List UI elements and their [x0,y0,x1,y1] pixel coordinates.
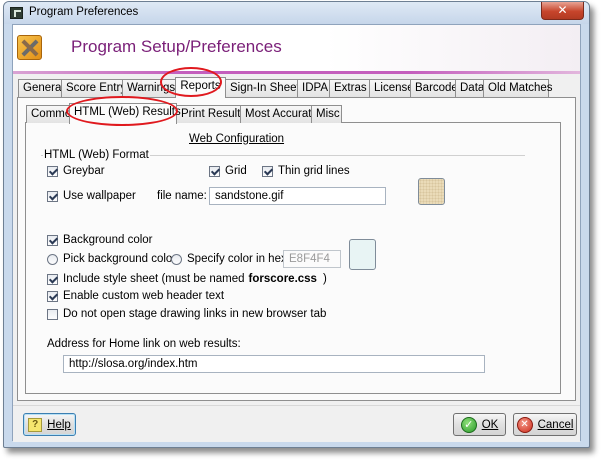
header-divider [13,71,580,74]
checkbox-checked-icon [47,165,58,177]
tab-warnings[interactable]: Warnings [122,79,176,97]
tab-common[interactable]: Common [26,105,78,123]
greybar-label: Greybar [63,165,105,177]
radio-icon [47,253,58,265]
grid-checkbox[interactable]: Grid [209,165,247,177]
header-banner: Program Setup/Preferences [13,25,580,71]
checkbox-checked-icon [47,273,58,285]
tab-old-matches[interactable]: Old Matches [483,79,553,97]
custom-web-header-label: Enable custom web header text [63,290,225,302]
tab-idpa[interactable]: IDPA [297,79,330,97]
file-name-label: file name: [157,190,207,202]
checkbox-unchecked-icon [47,308,58,320]
title-bar: Program Preferences ✕ [4,2,589,24]
program-preferences-window: Program Preferences ✕ Program Setup/Pref… [3,1,590,448]
checkbox-checked-icon [47,190,58,202]
include-style-sheet-checkbox[interactable]: Include style sheet (must be named forsc… [47,273,327,285]
help-label: Help [47,418,71,431]
app-icon [10,7,23,19]
hex-color-swatch[interactable] [349,239,376,270]
tab-score-entry[interactable]: Score Entry [61,79,126,97]
checkbox-checked-icon [262,165,273,177]
background-color-checkbox[interactable]: Background color [47,234,153,246]
custom-web-header-checkbox[interactable]: Enable custom web header text [47,290,224,302]
home-link-input[interactable]: http://slosa.org/index.htm [63,355,485,373]
wallpaper-preview-swatch[interactable] [418,178,445,205]
use-wallpaper-label: Use wallpaper [63,190,136,202]
no-new-tab-checkbox[interactable]: Do not open stage drawing links in new b… [47,308,326,320]
wallpaper-file-input[interactable]: sandstone.gif [209,187,386,205]
pick-background-color-label: Pick background color [63,253,177,265]
tab-html-web-results[interactable]: HTML (Web) Results [69,103,181,124]
thin-grid-lines-label: Thin grid lines [278,165,350,177]
tab-most-accurate[interactable]: Most Accurate [240,105,318,123]
thin-grid-lines-checkbox[interactable]: Thin grid lines [262,165,350,177]
style-sheet-filename: forscore.css [248,273,317,285]
ok-label: OK [481,418,499,431]
include-style-sheet-label: Include style sheet (must be named [63,273,245,285]
html-format-label: HTML (Web) Format [43,149,150,161]
dialog-body: Program Setup/Preferences General Score … [12,24,581,442]
tab-license[interactable]: License [369,79,414,97]
checkmark-icon: ✓ [460,416,477,433]
cancel-button[interactable]: ✕ Cancel [513,413,577,436]
greybar-checkbox[interactable]: Greybar [47,165,105,177]
cancel-label: Cancel [537,418,574,431]
home-link-label: Address for Home link on web results: [47,338,241,350]
tab-print-results[interactable]: Print Results [176,105,246,123]
tab-data[interactable]: Data [455,79,484,97]
page-title: Program Setup/Preferences [71,37,282,56]
tab-extras[interactable]: Extras [329,79,370,97]
hex-color-input[interactable]: E8F4F4 [283,250,341,268]
help-icon: ? [28,417,43,432]
tab-reports[interactable]: Reports [175,77,226,98]
close-button[interactable]: ✕ [541,2,584,20]
tools-icon [17,35,42,60]
radio-icon [171,253,182,265]
ok-button[interactable]: ✓ OK [453,413,506,436]
use-wallpaper-checkbox[interactable]: Use wallpaper [47,190,136,202]
footer-divider [13,405,580,406]
specify-color-hex-radio[interactable]: Specify color in hex [171,253,287,265]
pick-background-color-radio[interactable]: Pick background color [47,253,176,265]
style-sheet-close-paren: ) [322,273,327,285]
tab-misc[interactable]: Misc [311,105,342,123]
background-color-label: Background color [63,234,153,246]
web-configuration-heading: Web Configuration [189,133,285,145]
specify-color-hex-label: Specify color in hex [187,253,287,265]
checkbox-checked-icon [47,290,58,302]
no-new-tab-label: Do not open stage drawing links in new b… [63,308,327,320]
tab-sign-in-sheets[interactable]: Sign-In Sheets [225,79,305,97]
checkbox-checked-icon [47,234,58,246]
help-button[interactable]: ? Help [23,413,76,436]
tab-barcode[interactable]: Barcode [410,79,458,97]
checkbox-checked-icon [209,165,220,177]
tab-general[interactable]: General [18,79,64,97]
cancel-icon: ✕ [516,416,533,433]
grid-label: Grid [225,165,247,177]
window-title: Program Preferences [29,6,139,18]
